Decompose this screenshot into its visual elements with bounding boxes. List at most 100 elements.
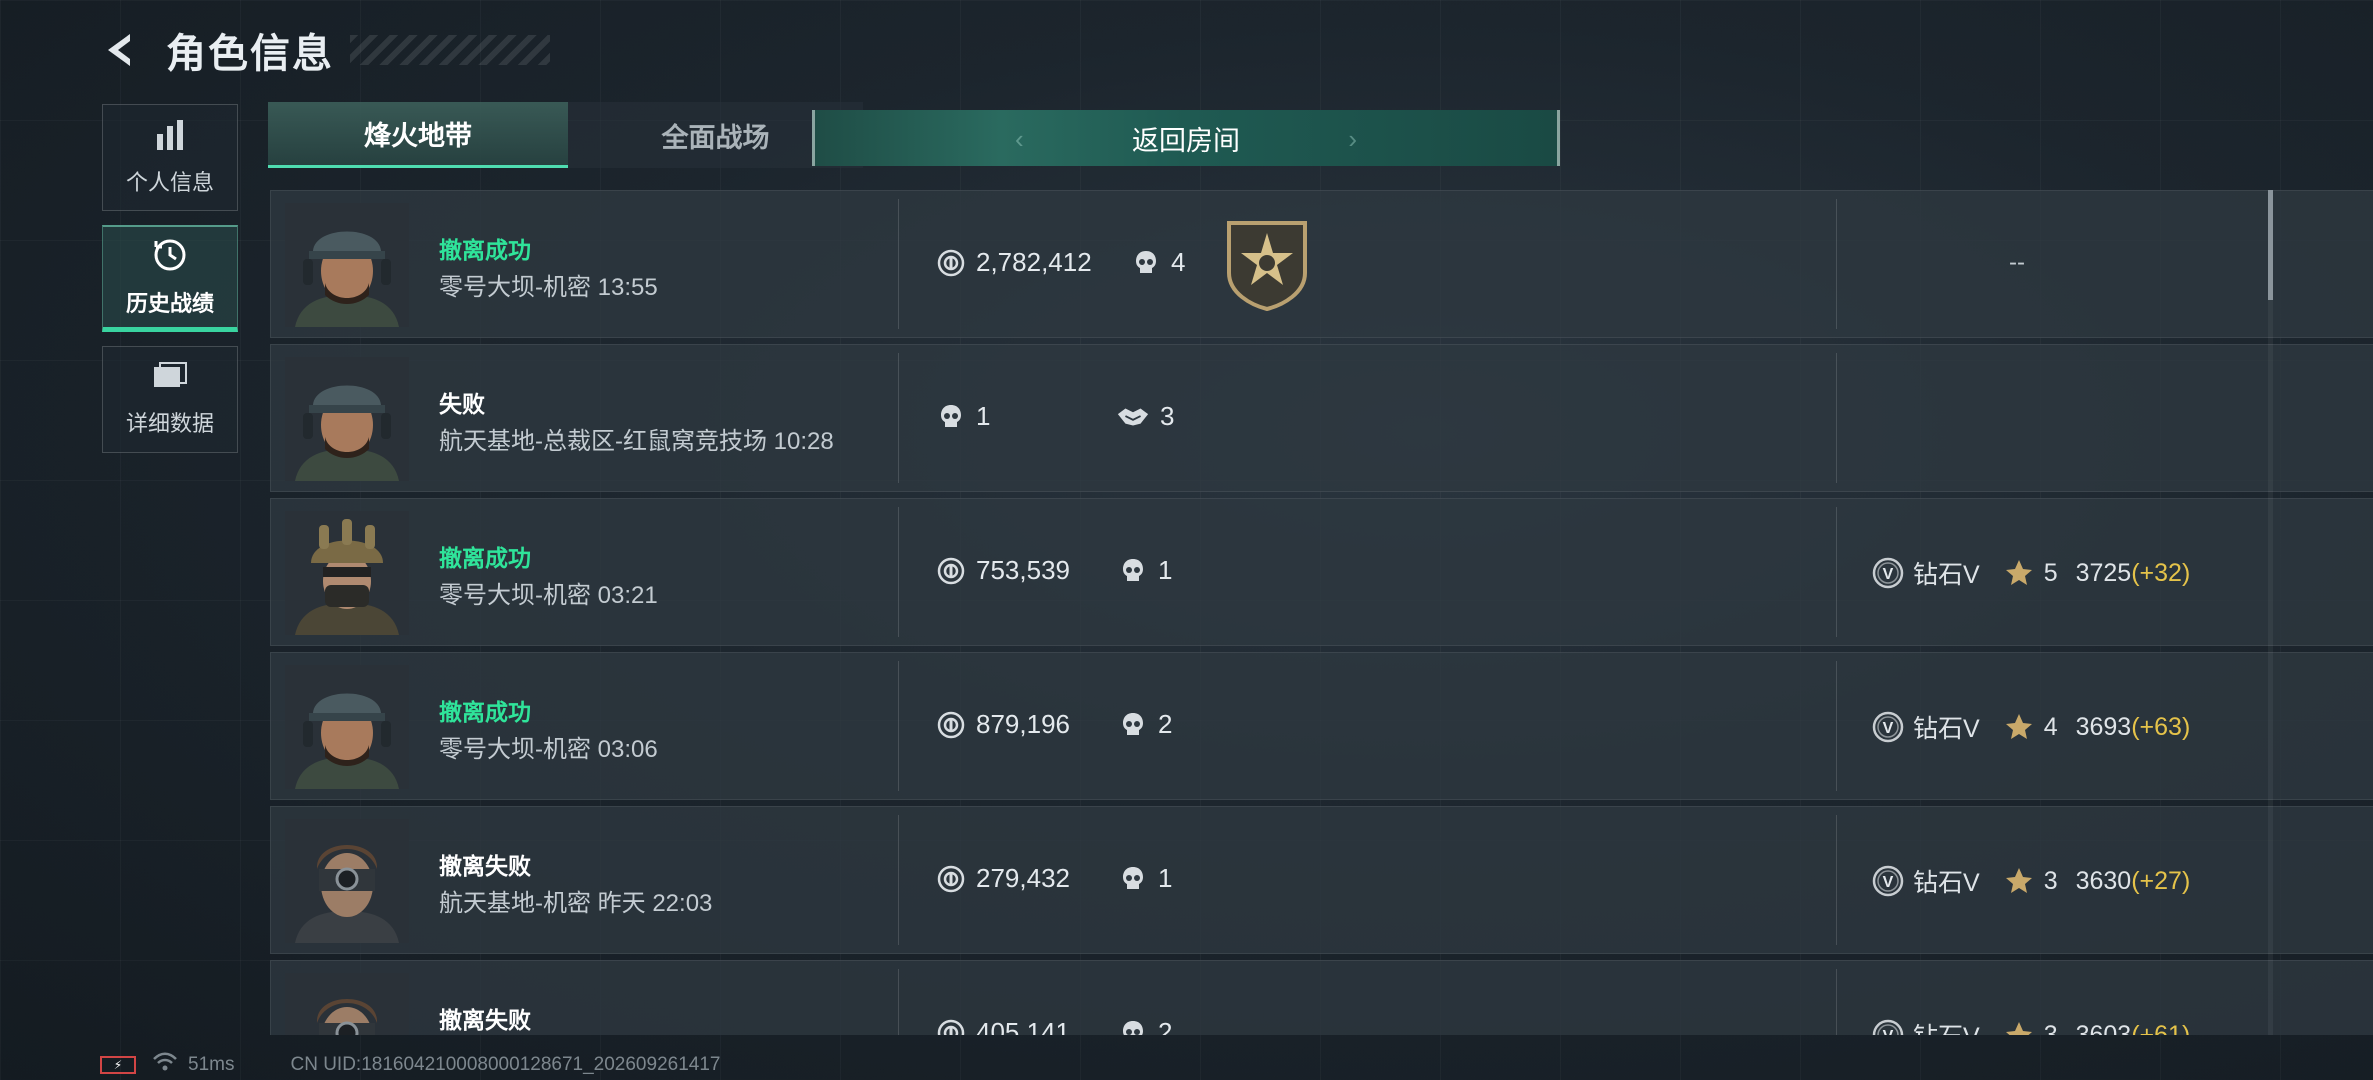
rank-score: 3693 — [2075, 712, 2132, 741]
rank-diamond-icon — [1871, 864, 1905, 898]
kill-count: 1 — [936, 401, 990, 432]
table-row[interactable]: 撤离失败 航天基地-机密 昨天 22:03 279,432 1 钻石V 3 36… — [270, 806, 2373, 954]
rank-delta: (+61) — [2131, 1020, 2191, 1036]
kill-count-text: 2 — [1158, 709, 1173, 739]
extract-value: 279,432 — [936, 863, 1070, 894]
kill-count-text: 2 — [1158, 1017, 1173, 1035]
assist-count-text: 3 — [1160, 401, 1175, 431]
rank-name: 钻石V — [1913, 715, 1980, 743]
map-time: 零号大坝-机密 03:21 — [439, 582, 658, 609]
kill-count: 4 — [1131, 247, 1185, 278]
sidebar-item-label: 历史战绩 — [125, 290, 214, 316]
table-row[interactable]: 撤离成功 零号大坝-机密 03:06 879,196 2 钻石V 4 3693 … — [270, 652, 2373, 800]
extract-value-text: 279,432 — [976, 863, 1070, 893]
mode-tabs: 烽火地带 全面战场 — [268, 102, 863, 168]
row-divider — [1836, 353, 1837, 483]
list-scrollbar[interactable] — [2268, 190, 2273, 1035]
star-count: 3 — [2043, 866, 2058, 895]
row-divider — [1836, 507, 1837, 637]
match-status: 撤离失败 — [439, 1007, 531, 1033]
folder-icon — [152, 361, 188, 398]
avatar — [285, 203, 409, 327]
avatar — [285, 511, 409, 635]
kill-count-text: 1 — [976, 401, 991, 431]
scrollbar-thumb[interactable] — [2268, 190, 2273, 300]
title-decoration — [350, 35, 550, 65]
sidebar-item-personal-info[interactable]: 个人信息 — [102, 104, 238, 211]
rank-info: 钻石V 3 3603 (+61) — [1871, 1017, 2190, 1035]
kill-count-text: 1 — [1158, 863, 1173, 893]
kill-count-text: 4 — [1171, 247, 1186, 277]
extract-value: 405,141 — [936, 1017, 1070, 1035]
sidebar-item-history[interactable]: 历史战绩 — [102, 225, 238, 332]
sidebar-item-label: 个人信息 — [125, 170, 214, 195]
star-icon — [2004, 866, 2034, 896]
rank-diamond-icon — [1871, 1018, 1905, 1035]
coin-icon — [936, 864, 966, 894]
sidebar: 个人信息 历史战绩 详细数据 — [102, 104, 238, 467]
table-row[interactable]: 撤离成功 零号大坝-机密 13:55 2,782,412 4 -- — [270, 190, 2373, 338]
map-time: 零号大坝-机密 03:06 — [439, 736, 658, 763]
table-row[interactable]: 撤离成功 零号大坝-机密 03:21 753,539 1 钻石V 5 3725 … — [270, 498, 2373, 646]
rank-placeholder: -- — [2009, 249, 2025, 276]
row-divider — [898, 353, 899, 483]
row-divider — [1836, 661, 1837, 791]
coin-icon — [936, 556, 966, 586]
rank-name: 钻石V — [1913, 869, 1980, 897]
skull-icon — [1118, 864, 1148, 894]
achievement-badge-icon — [1223, 219, 1311, 316]
return-room-button[interactable]: ‹ 返回房间 › — [812, 110, 1560, 166]
kill-count: 1 — [1118, 863, 1172, 894]
star-count: 4 — [2043, 712, 2058, 741]
rank-score: 3603 — [2075, 1020, 2132, 1036]
extract-value-text: 753,539 — [976, 555, 1070, 585]
avatar — [285, 665, 409, 789]
rank-info: 钻石V 5 3725 (+32) — [1871, 555, 2190, 591]
row-divider — [898, 199, 899, 329]
kill-count: 2 — [1118, 709, 1172, 740]
map-time: 航天基地-机密 昨天 22:03 — [439, 890, 713, 917]
kill-count-text: 1 — [1158, 555, 1173, 585]
match-status: 撤离成功 — [439, 545, 531, 571]
rank-diamond-icon — [1871, 556, 1905, 590]
avatar — [285, 973, 409, 1035]
rank-info: 钻石V 3 3630 (+27) — [1871, 863, 2190, 899]
star-count: 3 — [2043, 1020, 2058, 1036]
assist-count: 3 — [1116, 401, 1174, 432]
extract-value-text: 405,141 — [976, 1017, 1070, 1035]
extract-value-text: 879,196 — [976, 709, 1070, 739]
back-arrow-icon[interactable] — [100, 28, 144, 72]
row-divider — [1836, 199, 1837, 329]
skull-icon — [1131, 248, 1161, 278]
table-row[interactable]: 撤离失败 405,141 2 钻石V 3 3603 (+61) — [270, 960, 2373, 1035]
star-icon — [2004, 1020, 2034, 1035]
rank-delta: (+63) — [2131, 712, 2191, 741]
status-footer: ⚡ 51ms CN UID:18160421000800012867​1_202… — [100, 1050, 720, 1080]
sidebar-item-label: 详细数据 — [125, 411, 214, 436]
skull-icon — [936, 402, 966, 432]
coin-icon — [936, 248, 966, 278]
table-row[interactable]: 失败 航天基地-总裁区-红鼠窝竞技场 10:28 1 3 — [270, 344, 2373, 492]
sidebar-item-detailed-data[interactable]: 详细数据 — [102, 346, 238, 453]
match-status: 失败 — [439, 391, 485, 417]
skull-icon — [1118, 1018, 1148, 1036]
skull-icon — [1118, 556, 1148, 586]
match-status: 撤离成功 — [439, 699, 531, 725]
star-icon — [2004, 712, 2034, 742]
handshake-icon — [1116, 402, 1150, 432]
kill-count: 1 — [1118, 555, 1172, 586]
chevron-right-icon: › — [1348, 124, 1357, 154]
row-divider — [1836, 815, 1837, 945]
bar-chart-icon — [153, 118, 187, 157]
chevron-left-icon: ‹ — [1015, 124, 1024, 154]
kill-count: 2 — [1118, 1017, 1172, 1035]
row-divider — [1836, 969, 1837, 1035]
extract-value-text: 2,782,412 — [976, 247, 1092, 277]
coin-icon — [936, 710, 966, 740]
page-title: 角色信息 — [166, 32, 334, 76]
tab-fenghuo[interactable]: 烽火地带 — [268, 102, 568, 168]
rank-delta: (+27) — [2131, 866, 2191, 895]
history-record-list[interactable]: 撤离成功 零号大坝-机密 13:55 2,782,412 4 -- 失败 航天基… — [270, 190, 2373, 1035]
skull-icon — [1118, 710, 1148, 740]
map-time: 零号大坝-机密 13:55 — [439, 274, 658, 301]
